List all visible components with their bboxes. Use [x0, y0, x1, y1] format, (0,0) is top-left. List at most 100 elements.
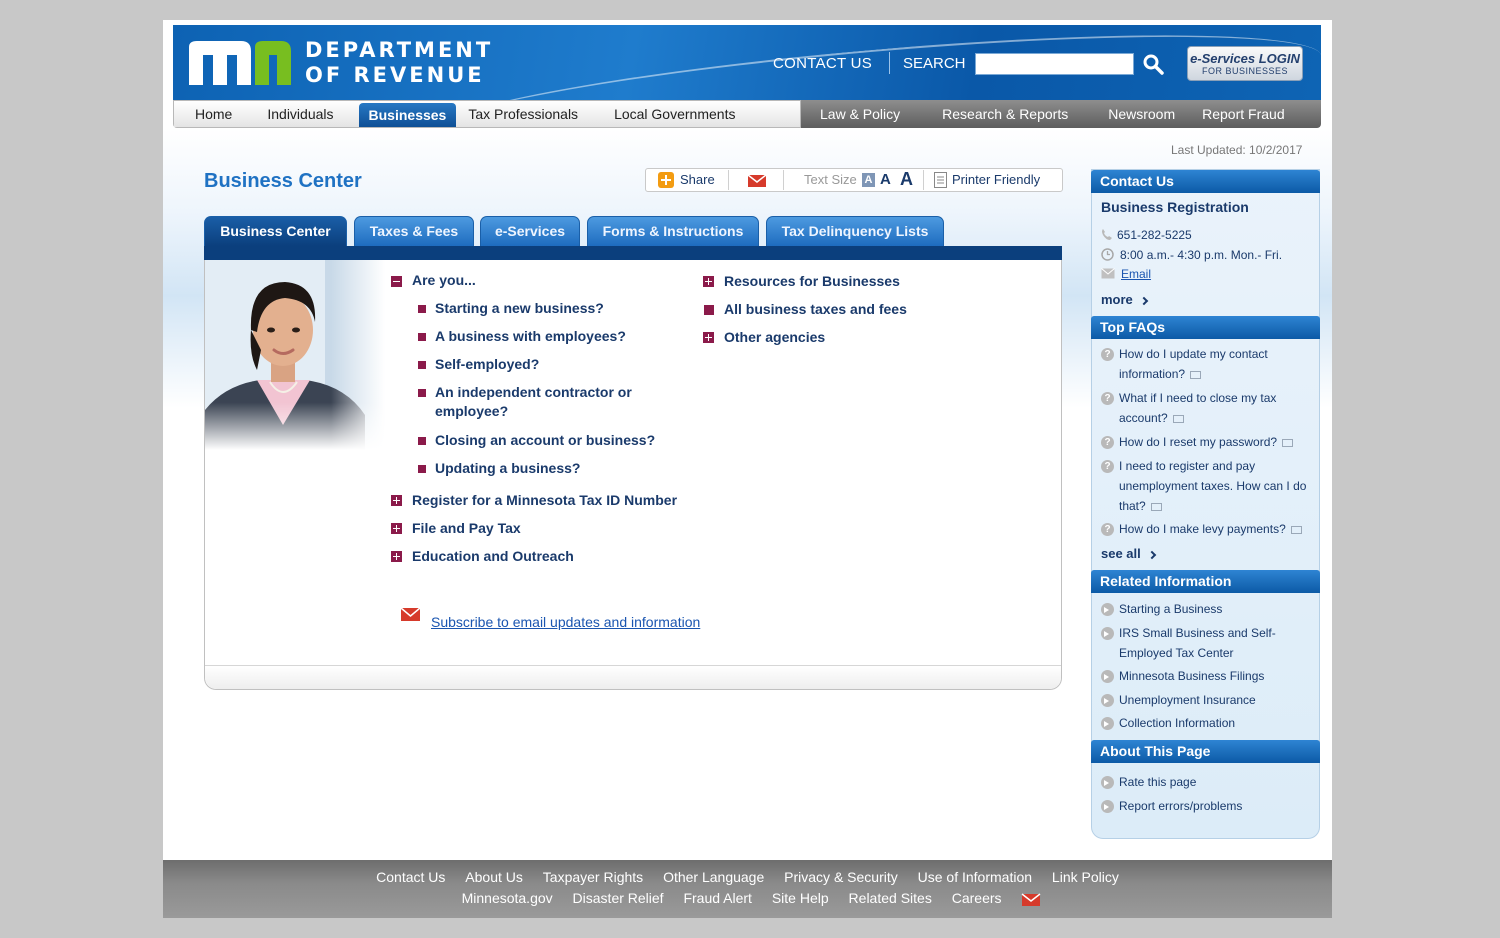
page-title: Business Center	[204, 170, 362, 192]
nav-law-policy[interactable]: Law & Policy	[801, 100, 900, 128]
email-icon[interactable]	[1021, 892, 1041, 907]
sidebar-related-header: Related Information	[1091, 570, 1320, 593]
text-size-small[interactable]: A	[862, 173, 875, 187]
question-icon: ?	[1101, 392, 1114, 405]
eservices-login-button[interactable]: e-Services LOGIN FOR BUSINESSES	[1187, 46, 1303, 81]
nav-tax-professionals[interactable]: Tax Professionals	[468, 101, 578, 127]
eservices-subtitle: FOR BUSINESSES	[1201, 66, 1289, 76]
contact-title: Business Registration	[1101, 199, 1249, 215]
link-closing-account[interactable]: Closing an account or business?	[435, 431, 655, 450]
header-contact-us-link[interactable]: CONTACT US	[773, 55, 872, 72]
new-window-icon	[1290, 525, 1302, 534]
footer-contact-us[interactable]: Contact Us	[376, 869, 445, 885]
related-link[interactable]: Minnesota Business Filings	[1119, 666, 1314, 686]
tab-business-center[interactable]: Business Center	[204, 216, 347, 246]
toolbar-divider	[728, 170, 729, 190]
report-errors-link[interactable]: Report errors/problems	[1119, 796, 1314, 816]
related-link[interactable]: IRS Small Business and Self-Employed Tax…	[1119, 623, 1299, 663]
nav-research-reports[interactable]: Research & Reports	[900, 100, 1068, 128]
tab-tax-delinquency-lists[interactable]: Tax Delinquency Lists	[766, 216, 944, 246]
text-size-large[interactable]: A	[900, 169, 913, 190]
tab-taxes-fees[interactable]: Taxes & Fees	[354, 216, 474, 246]
link-education-outreach[interactable]: Education and Outreach	[412, 547, 574, 566]
arrow-right-icon	[1101, 603, 1114, 616]
nav-individuals[interactable]: Individuals	[232, 101, 333, 127]
link-business-with-employees[interactable]: A business with employees?	[435, 327, 626, 346]
link-other-agencies[interactable]: Other agencies	[724, 328, 825, 347]
footer-careers[interactable]: Careers	[952, 890, 1002, 906]
footer-other-language[interactable]: Other Language	[663, 869, 764, 885]
nav-businesses[interactable]: Businesses	[358, 103, 457, 127]
expand-icon[interactable]	[391, 523, 402, 534]
faq-text: How do I reset my password?	[1119, 435, 1278, 449]
share-icon[interactable]	[658, 172, 674, 188]
faq-link[interactable]: I need to register and pay unemployment …	[1119, 456, 1314, 516]
rate-page-link[interactable]: Rate this page	[1119, 772, 1314, 792]
logo-text[interactable]: DEPARTMENT OF REVENUE	[305, 38, 493, 88]
expand-icon[interactable]	[391, 495, 402, 506]
arrow-right-icon	[1101, 670, 1114, 683]
contact-email-link[interactable]: Email	[1121, 264, 1151, 284]
nav-local-governments[interactable]: Local Governments	[578, 101, 735, 127]
faq-link[interactable]: What if I need to close my tax account?	[1119, 388, 1314, 428]
are-you-heading[interactable]: Are you...	[412, 271, 476, 290]
expand-icon[interactable]	[391, 551, 402, 562]
related-link[interactable]: Collection Information	[1119, 713, 1314, 733]
collapse-icon[interactable]	[391, 276, 402, 287]
text-size-medium[interactable]: A	[880, 171, 891, 188]
printer-friendly-link[interactable]: Printer Friendly	[952, 172, 1040, 187]
nav-newsroom[interactable]: Newsroom	[1068, 100, 1175, 128]
bullet-icon	[418, 437, 426, 445]
footer-row-2: Minnesota.gov Disaster Relief Fraud Aler…	[163, 890, 1332, 907]
nav-report-fraud[interactable]: Report Fraud	[1175, 100, 1284, 128]
footer-use-of-information[interactable]: Use of Information	[918, 869, 1032, 885]
nav-home[interactable]: Home	[174, 101, 232, 127]
link-starting-new-business[interactable]: Starting a new business?	[435, 299, 604, 318]
link-resources-for-businesses[interactable]: Resources for Businesses	[724, 272, 900, 291]
footer-taxpayer-rights[interactable]: Taxpayer Rights	[543, 869, 643, 885]
footer-link-policy[interactable]: Link Policy	[1052, 869, 1119, 885]
sidebar-about-header: About This Page	[1091, 740, 1320, 763]
footer-about-us[interactable]: About Us	[465, 869, 523, 885]
search-icon[interactable]	[1142, 53, 1164, 75]
see-all-label: see all	[1101, 546, 1141, 561]
footer-fraud-alert[interactable]: Fraud Alert	[683, 890, 751, 906]
related-link[interactable]: Unemployment Insurance	[1119, 690, 1314, 710]
share-link[interactable]: Share	[680, 172, 715, 187]
logo-line2: OF REVENUE	[305, 63, 485, 87]
link-self-employed[interactable]: Self-employed?	[435, 355, 539, 374]
tab-bar	[204, 246, 1062, 260]
subscribe-link[interactable]: Subscribe to email updates and informati…	[431, 614, 700, 630]
email-icon[interactable]	[747, 172, 767, 188]
mn-logo[interactable]	[189, 39, 291, 85]
phone-icon	[1102, 229, 1112, 240]
faq-link[interactable]: How do I update my contact information?	[1119, 344, 1314, 384]
expand-icon[interactable]	[703, 276, 714, 287]
tab-forms-instructions[interactable]: Forms & Instructions	[587, 216, 759, 246]
related-link[interactable]: Starting a Business	[1119, 599, 1314, 619]
email-icon[interactable]	[400, 605, 422, 623]
footer-minnesota-gov[interactable]: Minnesota.gov	[462, 890, 553, 906]
contact-more-link[interactable]: more	[1101, 290, 1149, 310]
footer-site-help[interactable]: Site Help	[772, 890, 829, 906]
faq-link[interactable]: How do I make levy payments?	[1119, 519, 1314, 539]
footer-disaster-relief[interactable]: Disaster Relief	[573, 890, 664, 906]
tab-eservices[interactable]: e-Services	[480, 216, 580, 246]
bullet-icon	[418, 305, 426, 313]
new-window-icon	[1172, 414, 1184, 423]
link-updating-business[interactable]: Updating a business?	[435, 459, 580, 478]
footer-related-sites[interactable]: Related Sites	[849, 890, 932, 906]
faq-text: How do I make levy payments?	[1119, 522, 1286, 536]
sidebar-contact-header: Contact Us	[1091, 170, 1320, 193]
link-independent-contractor[interactable]: An independent contractor or employee?	[435, 383, 665, 421]
faqs-see-all-link[interactable]: see all	[1101, 544, 1157, 564]
link-register-tax-id[interactable]: Register for a Minnesota Tax ID Number	[412, 491, 677, 510]
printer-icon[interactable]	[934, 172, 947, 188]
link-all-business-taxes[interactable]: All business taxes and fees	[724, 300, 907, 319]
search-input[interactable]	[975, 53, 1134, 75]
link-file-pay-tax[interactable]: File and Pay Tax	[412, 519, 521, 538]
footer-privacy-security[interactable]: Privacy & Security	[784, 869, 898, 885]
expand-icon[interactable]	[703, 332, 714, 343]
faq-link[interactable]: How do I reset my password?	[1119, 432, 1314, 452]
bullet-icon	[418, 361, 426, 369]
